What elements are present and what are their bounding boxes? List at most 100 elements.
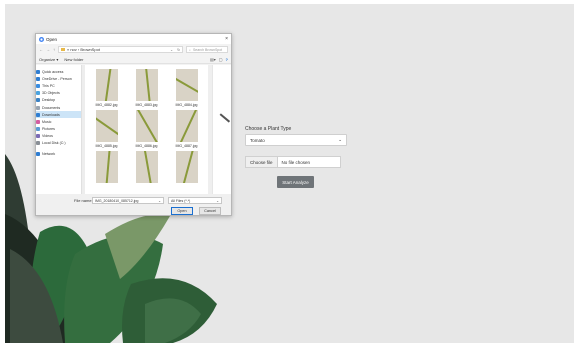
nav-item[interactable]: Local Disk (C:) bbox=[36, 140, 81, 147]
organize-button[interactable]: Organize ▾ bbox=[39, 57, 58, 62]
plant-type-select[interactable]: Tomato ⌄ bbox=[245, 134, 347, 146]
folder-icon bbox=[61, 48, 65, 51]
image-preview bbox=[175, 69, 198, 101]
nav-item-label: Music bbox=[42, 119, 52, 124]
nav-item[interactable]: Videos bbox=[36, 133, 81, 140]
nav-item-icon bbox=[36, 119, 40, 124]
file-name: IMG_4882.jpg bbox=[95, 103, 118, 107]
forward-icon[interactable]: → bbox=[46, 47, 50, 52]
choose-file-button[interactable]: Choose file bbox=[246, 157, 278, 167]
image-preview bbox=[95, 69, 118, 101]
preview-pane-icon[interactable]: ▢ bbox=[219, 57, 223, 62]
nav-item-label: Downloads bbox=[42, 112, 60, 117]
nav-item[interactable]: Desktop bbox=[36, 97, 81, 104]
nav-item-icon bbox=[36, 91, 40, 96]
file-thumbnail[interactable] bbox=[170, 151, 203, 185]
view-controls: ▤▾ ▢ ? bbox=[210, 57, 228, 62]
nav-item[interactable]: Network bbox=[36, 150, 81, 157]
dialog-footer: File name: IMG_20180410_085712.jpg ⌄ All… bbox=[36, 194, 231, 215]
nav-item[interactable]: Documents bbox=[36, 104, 81, 111]
image-preview bbox=[135, 110, 158, 142]
image-preview bbox=[95, 110, 118, 142]
plant-type-label: Choose a Plant Type bbox=[245, 126, 292, 132]
nav-item-label: Desktop bbox=[42, 98, 56, 103]
image-preview bbox=[135, 151, 158, 183]
dialog-toolbar: Organize ▾ New folder ▤▾ ▢ ? bbox=[36, 55, 231, 64]
file-thumbnail[interactable]: IMG_4883.jpg bbox=[130, 69, 163, 107]
file-thumbnail[interactable]: IMG_4882.jpg bbox=[90, 69, 123, 107]
search-icon: ⌕ bbox=[189, 47, 191, 52]
new-folder-button[interactable]: New folder bbox=[64, 57, 83, 62]
nav-item-label: Quick access bbox=[42, 69, 64, 74]
file-thumbnail[interactable] bbox=[90, 151, 123, 185]
nav-item-icon bbox=[36, 134, 40, 139]
file-type-select[interactable]: All Files (*.*) ⌄ bbox=[168, 197, 222, 204]
address-bar[interactable]: « nov › BrownSpot ⌄ ↻ bbox=[58, 46, 183, 53]
file-name-input[interactable]: IMG_20180410_085712.jpg ⌄ bbox=[92, 197, 164, 204]
start-analyze-button[interactable]: Start Analyze bbox=[277, 176, 314, 188]
nav-item[interactable]: OneDrive - Person bbox=[36, 75, 81, 82]
nav-item-icon bbox=[36, 127, 40, 132]
search-input[interactable]: ⌕ Search BrownSpot bbox=[186, 46, 228, 53]
file-thumbnail[interactable]: IMG_4886.jpg bbox=[130, 110, 163, 148]
file-name-label: File name: bbox=[74, 198, 93, 203]
dialog-title: Open bbox=[46, 36, 58, 42]
navigation-pane: Quick access OneDrive - Person This PC 3… bbox=[36, 65, 81, 194]
nav-item[interactable]: Downloads bbox=[36, 111, 81, 119]
file-status-text: No file chosen bbox=[281, 159, 311, 165]
search-placeholder: Search BrownSpot bbox=[192, 47, 223, 52]
preview-pane bbox=[212, 65, 231, 194]
file-thumbnail[interactable]: IMG_4884.jpg bbox=[170, 69, 203, 107]
help-icon[interactable]: ? bbox=[226, 57, 228, 62]
nav-item-label: OneDrive - Person bbox=[42, 76, 72, 81]
close-icon[interactable]: × bbox=[225, 36, 228, 42]
back-icon[interactable]: ← bbox=[39, 47, 43, 52]
plant-form: Choose a Plant Type Tomato ⌄ Choose file… bbox=[245, 126, 355, 188]
image-preview bbox=[135, 69, 158, 101]
file-name: IMG_4884.jpg bbox=[175, 103, 198, 107]
nav-item-icon bbox=[36, 112, 40, 117]
nav-item[interactable]: Music bbox=[36, 118, 81, 125]
plant-type-value: Tomato bbox=[250, 137, 265, 143]
chevron-down-icon[interactable]: ⌄ bbox=[158, 199, 161, 203]
nav-item-label: Videos bbox=[42, 134, 53, 139]
nav-item[interactable]: Quick access bbox=[36, 68, 81, 75]
nav-item-icon bbox=[36, 141, 40, 146]
refresh-icon[interactable]: ↻ bbox=[177, 48, 180, 52]
nav-item-icon bbox=[36, 105, 40, 110]
file-thumbnail[interactable] bbox=[130, 151, 163, 185]
view-options-icon[interactable]: ▤▾ bbox=[210, 57, 216, 62]
nav-item-icon bbox=[36, 98, 40, 103]
nav-item-label: Pictures bbox=[42, 127, 55, 132]
chevron-down-icon: ⌄ bbox=[216, 198, 219, 203]
cancel-button[interactable]: Cancel bbox=[199, 207, 221, 215]
chevron-down-icon[interactable]: ⌄ bbox=[170, 48, 173, 52]
nav-item-label: Documents bbox=[42, 105, 61, 110]
chevron-down-icon: ⌄ bbox=[338, 137, 342, 142]
image-preview bbox=[175, 110, 198, 142]
dialog-body: Quick access OneDrive - Person This PC 3… bbox=[36, 65, 231, 194]
image-preview bbox=[175, 151, 198, 183]
nav-item[interactable]: This PC bbox=[36, 82, 81, 89]
file-type-value: All Files (*.*) bbox=[171, 198, 191, 203]
file-name: IMG_4885.jpg bbox=[95, 144, 118, 148]
nav-item-icon bbox=[36, 69, 40, 74]
file-thumbnail[interactable]: IMG_4887.jpg bbox=[170, 110, 203, 148]
nav-item-label: 3D Objects bbox=[42, 91, 60, 96]
file-list-pane: IMG_4882.jpg IMG_4883.jpg IMG_4884.jpg I… bbox=[85, 65, 231, 194]
nav-item-label: Network bbox=[42, 151, 56, 156]
nav-item[interactable]: Pictures bbox=[36, 126, 81, 133]
up-icon[interactable]: ↑ bbox=[53, 47, 55, 52]
file-thumbnail[interactable]: IMG_4885.jpg bbox=[90, 110, 123, 148]
address-path: « nov › BrownSpot bbox=[67, 47, 100, 52]
dialog-title-bar: Open × bbox=[36, 34, 231, 44]
nav-item[interactable]: 3D Objects bbox=[36, 90, 81, 97]
nav-item-label: Local Disk (C:) bbox=[42, 141, 66, 146]
file-input[interactable]: Choose file No file chosen bbox=[245, 156, 341, 168]
open-file-dialog: Open × ← → ↑ « nov › BrownSpot ⌄ ↻ ⌕ Sea… bbox=[35, 33, 232, 216]
nav-item-icon bbox=[36, 76, 40, 81]
address-row: ← → ↑ « nov › BrownSpot ⌄ ↻ ⌕ Search Bro… bbox=[36, 44, 231, 55]
file-name: IMG_4886.jpg bbox=[135, 144, 158, 148]
image-preview bbox=[95, 151, 118, 183]
open-button[interactable]: Open bbox=[171, 207, 193, 215]
